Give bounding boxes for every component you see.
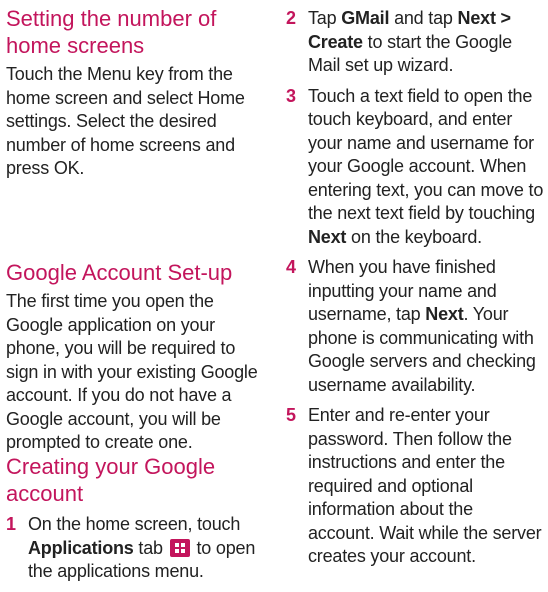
step-bold-text: GMail [341,8,390,28]
step-2: 2 Tap GMail and tap Next > Create to sta… [286,7,544,78]
step-text: Tap [308,8,337,28]
step-number: 2 [286,8,296,28]
section-body-home-screens: Touch the Menu key from the home screen … [6,64,245,178]
step-bold-text: Next [425,304,464,324]
section-heading-create-account: Creating your Google account [6,454,216,506]
step-number: 5 [286,405,296,425]
step-text: On the home screen, touch [28,514,241,534]
section-heading-google-account: Google Account Set-up [6,260,233,285]
step-1: 1 On the home screen, touch Applications… [6,513,264,584]
step-number: 3 [286,85,296,106]
step-bold-text: Next [308,226,347,247]
applications-grid-icon [169,538,190,557]
step-3: 3 Touch a text field to open the touch k… [286,85,544,250]
section-create-account: Creating your Google account 1 On the ho… [6,453,264,584]
step-text: on the keyboard. [351,226,482,247]
step-number: 1 [6,514,16,534]
step-text: Enter and re-enter your password. Then f… [308,405,542,566]
step-text: Touch a text field to open the touch key… [308,85,544,224]
section-home-screens: Setting the number of home screens Touch… [6,5,264,181]
step-list-left: 1 On the home screen, touch Applications… [6,513,264,584]
section-heading-home-screens: Setting the number of home screens [6,6,217,58]
manual-page: Setting the number of home screens Touch… [0,0,548,592]
step-bold-text: Applications [28,537,134,558]
section-google-account: Google Account Set-up The first time you… [6,259,264,455]
step-list-right: 2 Tap GMail and tap Next > Create to sta… [286,7,544,576]
section-body-google-account: The first time you open the Google appli… [6,291,258,452]
step-number: 4 [286,257,296,277]
step-4: 4 When you have finished inputting your … [286,256,544,397]
step-bold-text: Next > [457,8,512,28]
step-bold-text: Create [308,31,363,52]
step-5: 5 Enter and re-enter your password. Then… [286,404,544,569]
step-text: and tap [394,8,453,28]
step-text: tab [138,537,163,558]
